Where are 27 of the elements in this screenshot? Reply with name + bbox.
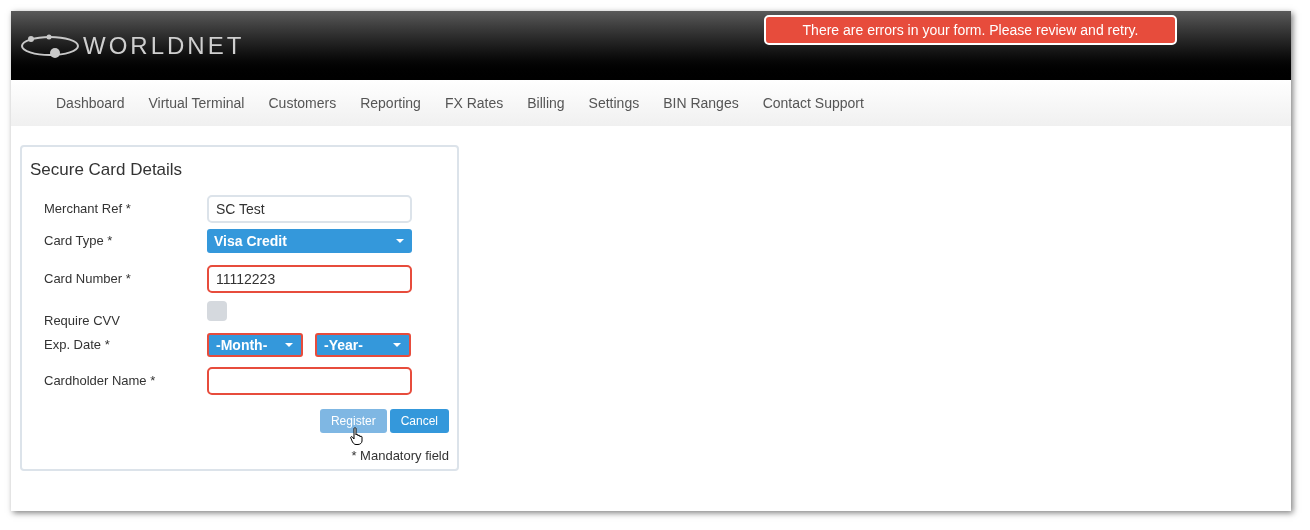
nav-link[interactable]: Dashboard (56, 92, 125, 114)
nav-link[interactable]: Contact Support (762, 92, 864, 114)
logo-text: WORLDNET (83, 30, 245, 61)
hand-cursor-icon (349, 427, 364, 445)
nav-link[interactable]: FX Rates (444, 92, 504, 114)
field-label: Exp. Date * (44, 336, 111, 355)
nav-link[interactable]: Customers (268, 92, 337, 114)
nav-link[interactable]: Settings (588, 92, 640, 114)
input-field[interactable]: 11112223 (207, 265, 412, 293)
nav-link[interactable]: BIN Ranges (663, 92, 739, 114)
nav-link[interactable]: Reporting (360, 92, 421, 114)
field-label: Card Number * (44, 270, 132, 289)
field-label: Card Type * (44, 232, 114, 251)
error-alert: There are errors in your form. Please review and retry. (764, 15, 1177, 45)
card-title: Secure Card Details (30, 159, 183, 181)
caret-icon (396, 239, 404, 243)
input-field[interactable]: SC Test (207, 195, 412, 223)
input-field[interactable] (207, 367, 412, 395)
caret-icon (285, 343, 293, 347)
mandatory-note: * Mandatory field (351, 447, 449, 465)
nav-link[interactable]: Billing (527, 92, 565, 114)
nav-link[interactable]: Virtual Terminal (148, 92, 245, 114)
field-label: Cardholder Name * (44, 372, 157, 391)
caret-icon (393, 343, 401, 347)
field-label: Merchant Ref * (44, 200, 132, 219)
field-label: Require CVV (44, 312, 121, 330)
checkbox[interactable] (207, 301, 227, 321)
